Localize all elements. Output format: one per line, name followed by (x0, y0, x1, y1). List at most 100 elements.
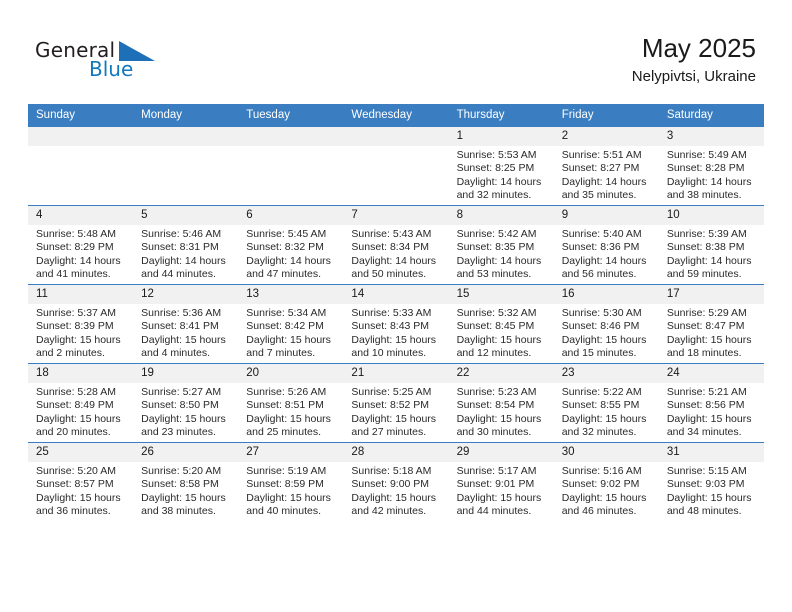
daylight-duration-line1: Daylight: 15 hours (246, 333, 331, 346)
day-number: 20 (238, 364, 344, 383)
sunset-time: Sunset: 9:01 PM (456, 478, 535, 491)
day-number: 16 (553, 285, 659, 304)
sunset-time: Sunset: 8:35 PM (456, 241, 535, 254)
sunrise-time: Sunrise: 5:21 AM (666, 386, 747, 398)
daylight-duration-line2: and 40 minutes. (246, 505, 321, 518)
daylight-duration-line1: Daylight: 15 hours (561, 491, 647, 504)
sunset-time: Sunset: 8:59 PM (246, 478, 324, 491)
sunset-time: Sunset: 8:43 PM (351, 320, 430, 333)
day-number: 15 (448, 285, 554, 304)
daylight-duration-line2: and 36 minutes. (36, 505, 111, 518)
day-sun-info: Sunrise: 5:20 AM Sunset: 8:58 PM Daylight:… (133, 462, 238, 519)
calendar-day-cell[interactable]: 21 Sunrise: 5:25 AM Sunset: 8:52 PM Dayligh… (343, 363, 449, 443)
calendar-day-cell[interactable]: 28 Sunrise: 5:18 AM Sunset: 9:00 PM Dayligh… (343, 442, 449, 521)
day-number: 12 (133, 285, 239, 304)
calendar-day-cell[interactable]: 13 Sunrise: 5:34 AM Sunset: 8:42 PM Dayligh… (238, 284, 344, 364)
calendar-day-cell[interactable]: 14 Sunrise: 5:33 AM Sunset: 8:43 PM Dayligh… (343, 284, 449, 364)
calendar-day-cell[interactable]: 22 Sunrise: 5:23 AM Sunset: 8:54 PM Dayligh… (448, 363, 554, 443)
daylight-duration-line2: and 25 minutes. (246, 426, 321, 439)
daylight-duration-line2: and 35 minutes. (561, 189, 637, 202)
sunrise-time: Sunrise: 5:17 AM (456, 465, 537, 477)
calendar-day-cell[interactable]: 30 Sunrise: 5:16 AM Sunset: 9:02 PM Dayligh… (553, 442, 659, 521)
weekday-header-wednesday: Wednesday (343, 104, 449, 127)
calendar-day-cell[interactable]: 10 Sunrise: 5:39 AM Sunset: 8:38 PM Dayligh… (658, 205, 764, 285)
daylight-duration-line2: and 18 minutes. (666, 347, 742, 360)
daylight-duration-line2: and 27 minutes. (351, 426, 427, 439)
calendar-day-cell[interactable]: 1 Sunrise: 5:53 AM Sunset: 8:25 PM Daylight… (448, 126, 554, 206)
day-sun-info: Sunrise: 5:40 AM Sunset: 8:36 PM Daylight:… (554, 225, 659, 282)
calendar-day-cell[interactable]: 5 Sunrise: 5:46 AM Sunset: 8:31 PM Daylight… (133, 205, 239, 285)
day-sun-info: Sunrise: 5:18 AM Sunset: 9:00 PM Daylight:… (343, 462, 448, 519)
sunrise-time: Sunrise: 5:32 AM (456, 307, 537, 319)
calendar-day-cell[interactable]: 25 Sunrise: 5:20 AM Sunset: 8:57 PM Dayligh… (28, 442, 134, 521)
calendar-day-cell[interactable]: 17 Sunrise: 5:29 AM Sunset: 8:47 PM Dayligh… (658, 284, 764, 364)
day-number (28, 127, 134, 146)
calendar-week-row: 11 Sunrise: 5:37 AM Sunset: 8:39 PM Dayligh… (28, 284, 764, 364)
calendar-day-cell[interactable]: 19 Sunrise: 5:27 AM Sunset: 8:50 PM Dayligh… (133, 363, 239, 443)
calendar-day-cell[interactable]: 8 Sunrise: 5:42 AM Sunset: 8:35 PM Daylight… (448, 205, 554, 285)
day-number: 18 (28, 364, 134, 383)
calendar-day-cell[interactable]: 16 Sunrise: 5:30 AM Sunset: 8:46 PM Dayligh… (553, 284, 659, 364)
day-number: 25 (28, 443, 134, 462)
daylight-duration-line2: and 48 minutes. (666, 505, 742, 518)
day-number: 3 (658, 127, 764, 146)
daylight-duration-line2: and 38 minutes. (141, 505, 216, 518)
sunset-time: Sunset: 8:41 PM (141, 320, 219, 333)
calendar-day-cell[interactable]: 7 Sunrise: 5:43 AM Sunset: 8:34 PM Daylight… (343, 205, 449, 285)
sunset-time: Sunset: 8:55 PM (561, 399, 640, 412)
day-sun-info: Sunrise: 5:49 AM Sunset: 8:28 PM Daylight:… (659, 146, 764, 203)
calendar-day-cell[interactable]: 27 Sunrise: 5:19 AM Sunset: 8:59 PM Dayligh… (238, 442, 344, 521)
day-number: 28 (343, 443, 449, 462)
calendar-day-cell[interactable]: 6 Sunrise: 5:45 AM Sunset: 8:32 PM Daylight… (238, 205, 344, 285)
daylight-duration-line2: and 44 minutes. (456, 505, 532, 518)
calendar-day-cell-empty (28, 126, 134, 206)
daylight-duration-line2: and 46 minutes. (561, 505, 637, 518)
weekday-header-tuesday: Tuesday (238, 104, 344, 127)
sunrise-time: Sunrise: 5:22 AM (561, 386, 642, 398)
calendar-day-cell[interactable]: 18 Sunrise: 5:28 AM Sunset: 8:49 PM Dayligh… (28, 363, 134, 443)
day-sun-info: Sunrise: 5:23 AM Sunset: 8:54 PM Daylight:… (449, 383, 554, 440)
daylight-duration-line2: and 56 minutes. (561, 268, 637, 281)
sunrise-time: Sunrise: 5:30 AM (561, 307, 642, 319)
calendar-day-cell[interactable]: 4 Sunrise: 5:48 AM Sunset: 8:29 PM Daylight… (28, 205, 134, 285)
calendar-day-cell[interactable]: 11 Sunrise: 5:37 AM Sunset: 8:39 PM Dayligh… (28, 284, 134, 364)
daylight-duration-line1: Daylight: 15 hours (561, 333, 647, 346)
sunrise-time: Sunrise: 5:25 AM (351, 386, 432, 398)
sunset-time: Sunset: 8:46 PM (561, 320, 640, 333)
day-sun-info: Sunrise: 5:37 AM Sunset: 8:39 PM Daylight:… (28, 304, 133, 361)
day-number: 6 (238, 206, 344, 225)
calendar-day-cell[interactable]: 15 Sunrise: 5:32 AM Sunset: 8:45 PM Dayligh… (448, 284, 554, 364)
day-number: 27 (238, 443, 344, 462)
sunrise-time: Sunrise: 5:43 AM (351, 228, 432, 240)
calendar-day-cell[interactable]: 12 Sunrise: 5:36 AM Sunset: 8:41 PM Dayligh… (133, 284, 239, 364)
day-number: 31 (658, 443, 764, 462)
daylight-duration-line1: Daylight: 14 hours (666, 175, 752, 188)
day-sun-info: Sunrise: 5:34 AM Sunset: 8:42 PM Daylight:… (238, 304, 343, 361)
daylight-duration-line2: and 50 minutes. (351, 268, 427, 281)
daylight-duration-line1: Daylight: 14 hours (561, 175, 647, 188)
calendar-day-cell[interactable]: 20 Sunrise: 5:26 AM Sunset: 8:51 PM Dayligh… (238, 363, 344, 443)
day-sun-info: Sunrise: 5:29 AM Sunset: 8:47 PM Daylight:… (659, 304, 764, 361)
daylight-duration-line1: Daylight: 15 hours (351, 333, 437, 346)
sunset-time: Sunset: 8:58 PM (141, 478, 219, 491)
calendar-day-cell[interactable]: 23 Sunrise: 5:22 AM Sunset: 8:55 PM Dayligh… (553, 363, 659, 443)
day-number (238, 127, 344, 146)
calendar-body: 1 Sunrise: 5:53 AM Sunset: 8:25 PM Daylight… (28, 126, 764, 521)
day-sun-info: Sunrise: 5:26 AM Sunset: 8:51 PM Daylight:… (238, 383, 343, 440)
calendar-day-cell[interactable]: 9 Sunrise: 5:40 AM Sunset: 8:36 PM Daylight… (553, 205, 659, 285)
daylight-duration-line2: and 38 minutes. (666, 189, 742, 202)
general-blue-logo[interactable]: General Blue (35, 38, 165, 86)
sunrise-time: Sunrise: 5:18 AM (351, 465, 432, 477)
calendar-day-cell[interactable]: 26 Sunrise: 5:20 AM Sunset: 8:58 PM Dayligh… (133, 442, 239, 521)
calendar-day-cell[interactable]: 29 Sunrise: 5:17 AM Sunset: 9:01 PM Dayligh… (448, 442, 554, 521)
sunset-time: Sunset: 8:38 PM (666, 241, 745, 254)
day-sun-info: Sunrise: 5:45 AM Sunset: 8:32 PM Daylight:… (238, 225, 343, 282)
sunset-time: Sunset: 8:47 PM (666, 320, 745, 333)
calendar-day-cell[interactable]: 31 Sunrise: 5:15 AM Sunset: 9:03 PM Dayligh… (658, 442, 764, 521)
day-sun-info: Sunrise: 5:28 AM Sunset: 8:49 PM Daylight:… (28, 383, 133, 440)
calendar-day-cell[interactable]: 3 Sunrise: 5:49 AM Sunset: 8:28 PM Daylight… (658, 126, 764, 206)
daylight-duration-line1: Daylight: 14 hours (456, 254, 542, 267)
calendar-day-cell[interactable]: 2 Sunrise: 5:51 AM Sunset: 8:27 PM Daylight… (553, 126, 659, 206)
calendar-day-cell[interactable]: 24 Sunrise: 5:21 AM Sunset: 8:56 PM Dayligh… (658, 363, 764, 443)
sunset-time: Sunset: 8:31 PM (141, 241, 219, 254)
